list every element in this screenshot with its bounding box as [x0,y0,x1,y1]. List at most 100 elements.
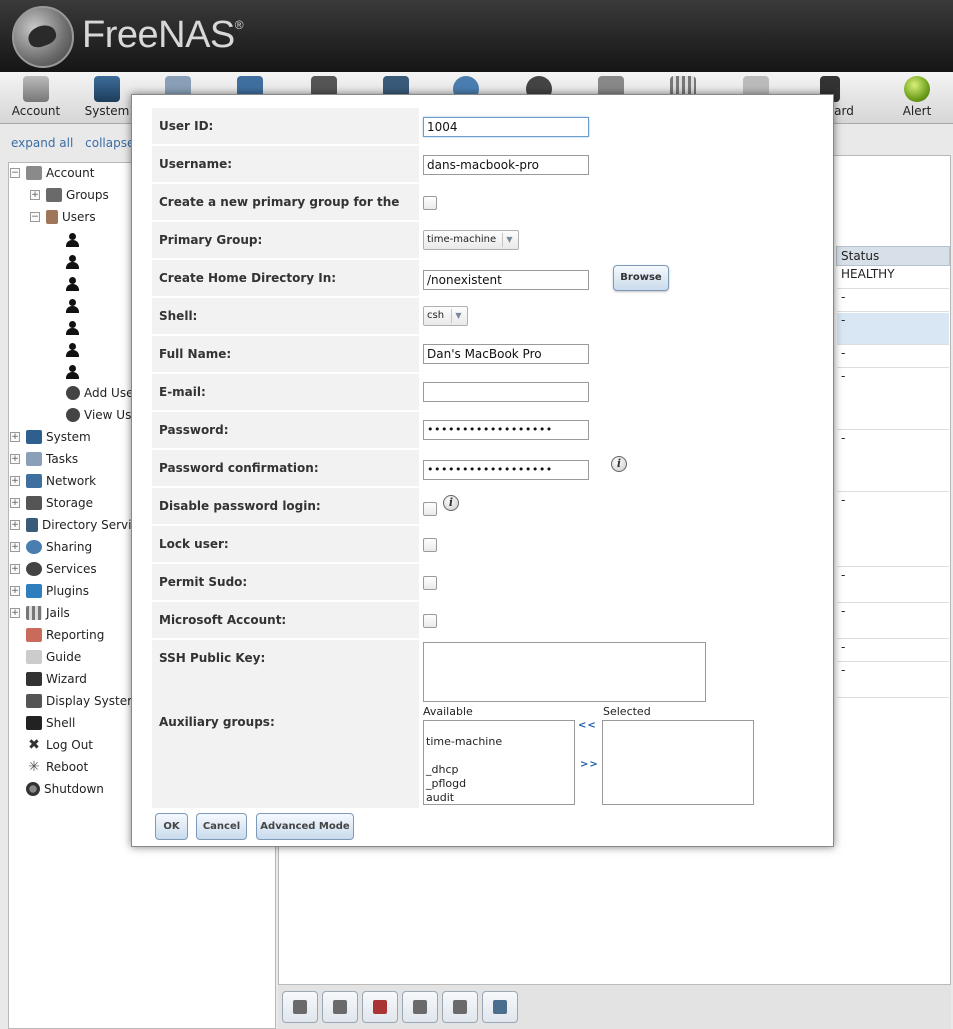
expand-icon[interactable]: + [10,454,20,464]
tree-item-directory[interactable]: + Directory Servic [10,515,138,535]
tree-user-entry[interactable] [66,362,79,382]
list-item[interactable] [424,749,574,763]
advanced-mode-button[interactable]: Advanced Mode [256,813,354,840]
microsoft-account-checkbox[interactable] [423,614,437,628]
lock-user-checkbox[interactable] [423,538,437,552]
expand-icon[interactable]: + [10,608,20,618]
expand-icon[interactable]: + [10,564,20,574]
home-dir-input[interactable]: /nonexistent [423,270,589,290]
collapse-icon[interactable]: − [30,212,40,222]
microsoft-account-row: Microsoft Account: [152,602,815,638]
tree-item-guide[interactable]: Guide [26,647,81,667]
tree-item-view-users[interactable]: View Use [66,405,139,425]
tree-item-wizard[interactable]: Wizard [26,669,87,689]
shell-select[interactable]: csh ▼ [423,306,468,326]
tree-item-services[interactable]: + Services [10,559,97,579]
tree-item-storage[interactable]: + Storage [10,493,93,513]
permit-sudo-checkbox[interactable] [423,576,437,590]
list-item[interactable]: audit [424,791,574,804]
edit-options-button[interactable] [402,991,438,1023]
tree-item-system[interactable]: + System [10,427,91,447]
email-input[interactable] [423,382,589,402]
tree-item-tasks[interactable]: + Tasks [10,449,78,469]
toolbar-alert[interactable]: Alert [899,76,935,118]
primary-group-select[interactable]: time-machine ▼ [423,230,519,250]
tree-item-network[interactable]: + Network [10,471,96,491]
info-icon[interactable]: i [611,456,627,472]
system-icon [94,76,120,102]
shell-row: Shell: csh ▼ [152,298,815,334]
status-cell: - [837,369,949,430]
list-item[interactable]: _dhcp [424,763,574,777]
collapse-icon[interactable]: − [10,168,20,178]
selected-groups-list[interactable] [602,720,754,805]
tree-item-users[interactable]: − Users [30,207,96,227]
new-primary-group-checkbox[interactable] [423,196,437,210]
available-groups-list[interactable]: time-machine _dhcp _pflogd audit [423,720,575,805]
tree-item-logout[interactable]: ✖ Log Out [26,735,93,755]
available-groups-label: Available [423,705,473,718]
password-label: Password: [152,412,419,448]
user-id-input[interactable]: 1004 [423,117,589,137]
tree-item-shell[interactable]: Shell [26,713,75,733]
reporting-icon [26,628,42,642]
freenas-logo-icon [12,6,74,68]
expand-all-link[interactable]: expand all [11,136,73,150]
cancel-button[interactable]: Cancel [196,813,247,840]
password-input[interactable]: •••••••••••••••••• [423,420,589,440]
info-icon[interactable]: i [443,495,459,511]
ssh-key-textarea[interactable] [423,642,706,702]
move-left-button[interactable]: << [578,720,597,731]
expand-icon[interactable]: + [10,476,20,486]
expand-icon[interactable]: + [10,498,20,508]
tree-item-account[interactable]: − Account [10,163,94,183]
list-item[interactable] [424,721,574,735]
expand-icon[interactable]: + [30,190,40,200]
import-volume-button[interactable] [282,991,318,1023]
tree-user-entry[interactable] [66,252,79,272]
tree-user-entry[interactable] [66,340,79,360]
tree-user-entry[interactable] [66,274,79,294]
tree-item-sharing[interactable]: + Sharing [10,537,92,557]
tree-item-shutdown[interactable]: Shutdown [26,779,104,799]
logout-icon: ✖ [28,737,40,753]
list-item[interactable]: time-machine [424,735,574,749]
tree-item-add-user[interactable]: Add Use [66,383,133,403]
create-dataset-button[interactable] [322,991,358,1023]
tree-item-reboot[interactable]: ✳ Reboot [26,757,88,777]
volume-status-button[interactable] [482,991,518,1023]
expand-icon[interactable]: + [10,586,20,596]
browse-button[interactable]: Browse [613,265,669,291]
toolbar-system[interactable]: System [84,76,130,118]
services-icon [26,562,42,576]
tree-user-entry[interactable] [66,230,79,250]
tree-item-plugins[interactable]: + Plugins [10,581,89,601]
tree-user-entry[interactable] [66,318,79,338]
expand-icon[interactable]: + [10,432,20,442]
tasks-icon [26,452,42,466]
sharing-icon [26,540,42,554]
chevron-down-icon: ▼ [451,309,465,323]
expand-icon[interactable]: + [10,542,20,552]
tree-item-display-system[interactable]: Display System [26,691,139,711]
password-confirm-input[interactable]: •••••••••••••••••• [423,460,589,480]
list-item[interactable]: _pflogd [424,777,574,791]
tree-item-jails[interactable]: + Jails [10,603,70,623]
status-column-header[interactable]: Status [836,246,950,266]
username-input[interactable]: dans-macbook-pro [423,155,589,175]
password-confirm-label: Password confirmation: [152,450,419,486]
status-cell: - [837,493,949,567]
expand-icon[interactable]: + [10,520,20,530]
tree-user-entry[interactable] [66,296,79,316]
permit-sudo-label: Permit Sudo: [152,564,419,600]
create-zvol-button[interactable] [442,991,478,1023]
detach-volume-button[interactable] [362,991,398,1023]
full-name-input[interactable]: Dan's MacBook Pro [423,344,589,364]
toolbar-account[interactable]: Account [10,76,62,118]
ok-button[interactable]: OK [155,813,188,840]
tree-item-reporting[interactable]: Reporting [26,625,104,645]
move-right-button[interactable]: >> [580,759,599,770]
email-row: E-mail: [152,374,815,410]
tree-item-groups[interactable]: + Groups [30,185,109,205]
disable-password-checkbox[interactable] [423,502,437,516]
